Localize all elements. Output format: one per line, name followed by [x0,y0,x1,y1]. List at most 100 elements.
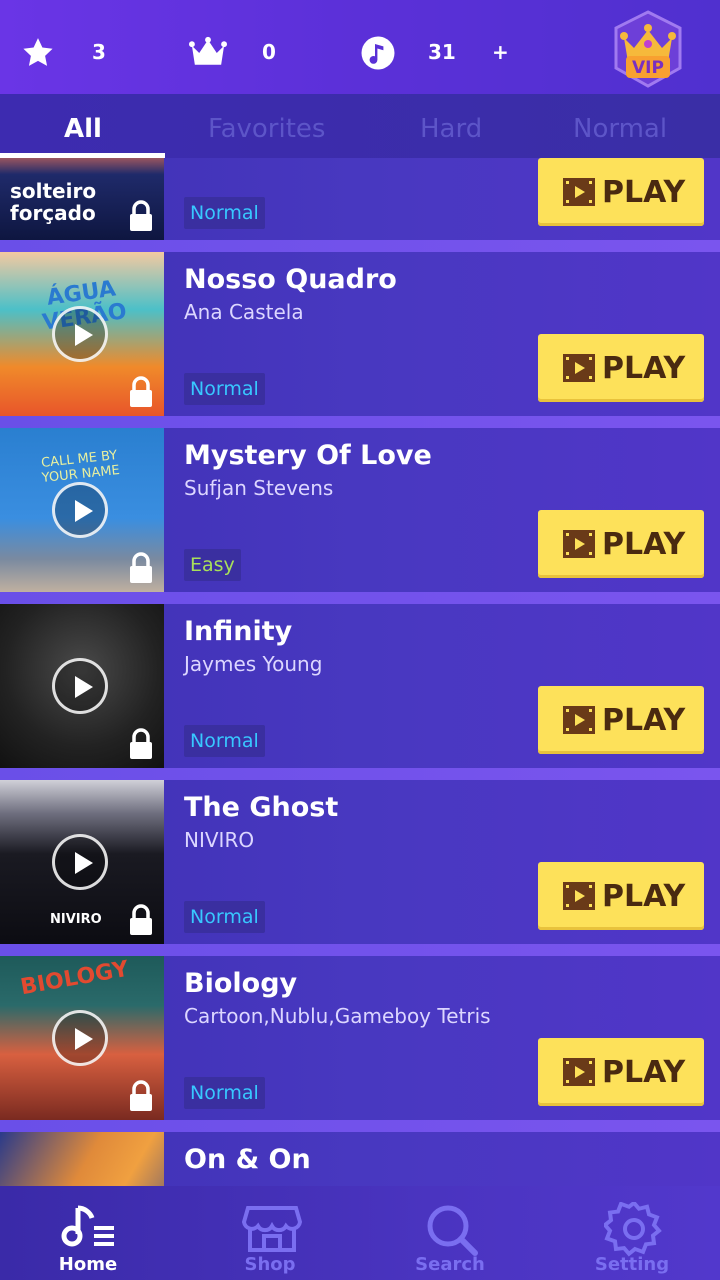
video-icon [563,882,595,910]
notes-counter: 31 [358,30,456,76]
crown-icon [188,33,228,73]
row-divider [0,416,720,428]
star-icon [18,33,58,73]
play-label: PLAY [602,174,686,210]
play-button[interactable]: PLAY [538,334,704,402]
tab-hard[interactable]: Hard [420,114,482,144]
song-title: On & On [184,1144,311,1175]
song-artist: Jaymes Young [184,652,323,676]
play-label: PLAY [602,702,686,738]
song-artist: Sufjan Stevens [184,476,334,500]
nav-shop-label: Shop [244,1254,296,1275]
lock-icon [130,376,152,407]
row-divider [0,592,720,604]
song-title: Mystery Of Love [184,440,432,471]
nav-home[interactable]: Home [18,1186,158,1280]
song-title: Infinity [184,616,293,647]
crowns-counter: 0 [188,30,276,76]
difficulty-badge: Normal [184,197,265,229]
play-button[interactable]: PLAY [538,862,704,930]
difficulty-badge: Normal [184,725,265,757]
album-cover[interactable] [0,604,164,768]
play-button[interactable]: PLAY [538,510,704,578]
difficulty-badge: Normal [184,373,265,405]
album-cover-text: BIOLOGY [18,956,131,1001]
row-divider [0,1120,720,1132]
difficulty-badge: Normal [184,1077,265,1109]
notes-count: 31 [428,40,456,64]
song-title: Biology [184,968,298,999]
song-row[interactable]: Infinity Jaymes Young Normal PLAY [0,604,720,768]
preview-play-icon[interactable] [52,482,108,538]
vip-badge[interactable]: VIP [606,8,690,90]
music-list-icon [61,1205,114,1247]
row-divider [0,240,720,252]
album-cover[interactable]: ÁGUA VERÃO [0,252,164,416]
difficulty-badge: Normal [184,901,265,933]
preview-play-icon[interactable] [52,1010,108,1066]
lock-icon [130,904,152,935]
video-icon [563,1058,595,1086]
video-icon [563,706,595,734]
nav-setting[interactable]: Setting [562,1186,702,1280]
play-label: PLAY [602,526,686,562]
song-row[interactable]: BIOLOGY Biology Cartoon,Nublu,Gameboy Te… [0,956,720,1120]
music-note-icon [358,33,398,73]
song-artist: NIVIRO [184,828,255,852]
song-row[interactable]: On & On [0,1132,720,1186]
lock-icon [130,728,152,759]
nav-home-label: Home [58,1254,118,1275]
song-row[interactable]: solteiro forçado Normal PLAY [0,158,720,240]
song-row[interactable]: CALL ME BY YOUR NAME Mystery Of Love Suf… [0,428,720,592]
video-icon [563,354,595,382]
tab-favorites[interactable]: Favorites [208,114,325,144]
album-cover[interactable]: CALL ME BY YOUR NAME [0,428,164,592]
bottom-navigation: Home Shop Search Setting [0,1186,720,1280]
preview-play-icon[interactable] [52,306,108,362]
play-button[interactable]: PLAY [538,1038,704,1106]
stars-count: 3 [92,40,106,64]
song-artist: Cartoon,Nublu,Gameboy Tetris [184,1004,491,1028]
play-label: PLAY [602,878,686,914]
song-artist: Ana Castela [184,300,304,324]
nav-search-label: Search [415,1254,485,1275]
play-label: PLAY [602,350,686,386]
gear-icon [604,1202,662,1257]
nav-shop[interactable]: Shop [200,1186,340,1280]
album-cover[interactable]: solteiro forçado [0,158,164,240]
nav-setting-label: Setting [594,1254,670,1275]
svg-text:VIP: VIP [632,58,664,78]
preview-play-icon[interactable] [52,658,108,714]
nav-search[interactable]: Search [380,1186,520,1280]
tab-all[interactable]: All [64,114,102,144]
difficulty-badge: Easy [184,549,241,581]
song-row[interactable]: ÁGUA VERÃO Nosso Quadro Ana Castela Norm… [0,252,720,416]
video-icon [563,530,595,558]
album-cover[interactable]: BIOLOGY [0,956,164,1120]
album-cover-text: NIVIRO [50,912,102,927]
row-divider [0,944,720,956]
add-notes-button[interactable]: + [492,40,509,64]
album-cover[interactable]: NIVIRO [0,780,164,944]
album-cover[interactable] [0,1132,164,1186]
play-button[interactable]: PLAY [538,686,704,754]
stars-counter: 3 [18,30,106,76]
video-icon [563,178,595,206]
song-row[interactable]: NIVIRO The Ghost NIVIRO Normal PLAY [0,780,720,944]
song-list[interactable]: solteiro forçado Normal PLAY ÁGUA VERÃO … [0,158,720,1186]
play-button[interactable]: PLAY [538,158,704,226]
song-title: Nosso Quadro [184,264,397,295]
search-icon [427,1205,478,1256]
song-title: The Ghost [184,792,339,823]
lock-icon [130,200,152,231]
top-status-bar: 3 0 31 + VIP [0,0,720,94]
play-label: PLAY [602,1054,686,1090]
preview-play-icon[interactable] [52,834,108,890]
row-divider [0,768,720,780]
lock-icon [130,1080,152,1111]
crowns-count: 0 [262,40,276,64]
lock-icon [130,552,152,583]
shop-icon [242,1206,302,1252]
tab-normal[interactable]: Normal [573,114,667,144]
category-tabs: All Favorites Hard Normal [0,94,720,158]
